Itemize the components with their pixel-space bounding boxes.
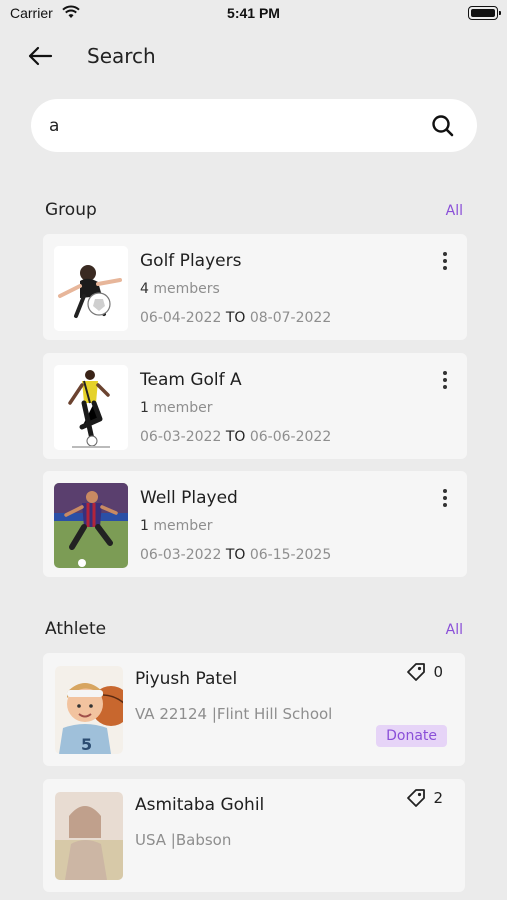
athlete-tag-counter[interactable]: 2	[405, 787, 443, 809]
clock: 5:41 PM	[227, 5, 280, 21]
group-options-button[interactable]	[437, 371, 453, 391]
page-title: Search	[87, 44, 156, 68]
back-button[interactable]	[24, 40, 56, 72]
group-member-count: 1 member	[140, 400, 213, 416]
athlete-name: Piyush Patel	[135, 669, 238, 689]
status-bar: Carrier 5:41 PM	[0, 0, 507, 28]
group-card[interactable]: Team Golf A 1 member 06-03-2022 TO 06-06…	[43, 353, 467, 459]
group-name: Well Played	[140, 488, 238, 508]
search-icon[interactable]	[429, 112, 457, 140]
athlete-card[interactable]: Asmitaba Gohil USA |Babson 2	[43, 779, 465, 892]
group-options-button[interactable]	[437, 252, 453, 272]
athlete-name: Asmitaba Gohil	[135, 795, 265, 815]
athlete-see-all-link[interactable]: All	[446, 622, 463, 638]
group-member-count: 1 member	[140, 518, 213, 534]
group-options-button[interactable]	[437, 489, 453, 509]
battery-icon	[468, 6, 501, 20]
search-input[interactable]	[49, 111, 409, 141]
group-name: Team Golf A	[140, 370, 242, 390]
svg-text:5: 5	[81, 735, 92, 754]
group-name: Golf Players	[140, 251, 242, 271]
group-date-range: 06-04-2022 TO 08-07-2022	[140, 310, 332, 326]
group-see-all-link[interactable]: All	[446, 203, 463, 219]
athlete-location: VA 22124 |Flint Hill School	[135, 705, 333, 723]
group-card[interactable]: Well Played 1 member 06-03-2022 TO 06-15…	[43, 471, 467, 577]
group-section-heading: Group	[45, 200, 97, 220]
tag-count: 2	[433, 789, 443, 807]
group-thumbnail	[54, 483, 128, 568]
group-member-count: 4 members	[140, 281, 220, 297]
athlete-photo: 5	[55, 666, 123, 754]
search-bar[interactable]	[31, 99, 477, 152]
athlete-tag-counter[interactable]: 0	[405, 661, 443, 683]
group-date-range: 06-03-2022 TO 06-06-2022	[140, 429, 332, 445]
athlete-photo	[55, 792, 123, 880]
athlete-location: USA |Babson	[135, 831, 232, 849]
tag-count: 0	[433, 663, 443, 681]
athlete-section-heading: Athlete	[45, 619, 107, 639]
group-thumbnail	[54, 246, 128, 331]
tag-icon	[407, 789, 426, 807]
tag-icon	[407, 663, 426, 681]
group-thumbnail	[54, 365, 128, 450]
back-arrow-icon	[28, 46, 53, 66]
group-date-range: 06-03-2022 TO 06-15-2025	[140, 547, 332, 563]
donate-button[interactable]: Donate	[376, 725, 447, 747]
group-card[interactable]: Golf Players 4 members 06-04-2022 TO 08-…	[43, 234, 467, 340]
athlete-card[interactable]: 5 Piyush Patel VA 22124 |Flint Hill Scho…	[43, 653, 465, 766]
